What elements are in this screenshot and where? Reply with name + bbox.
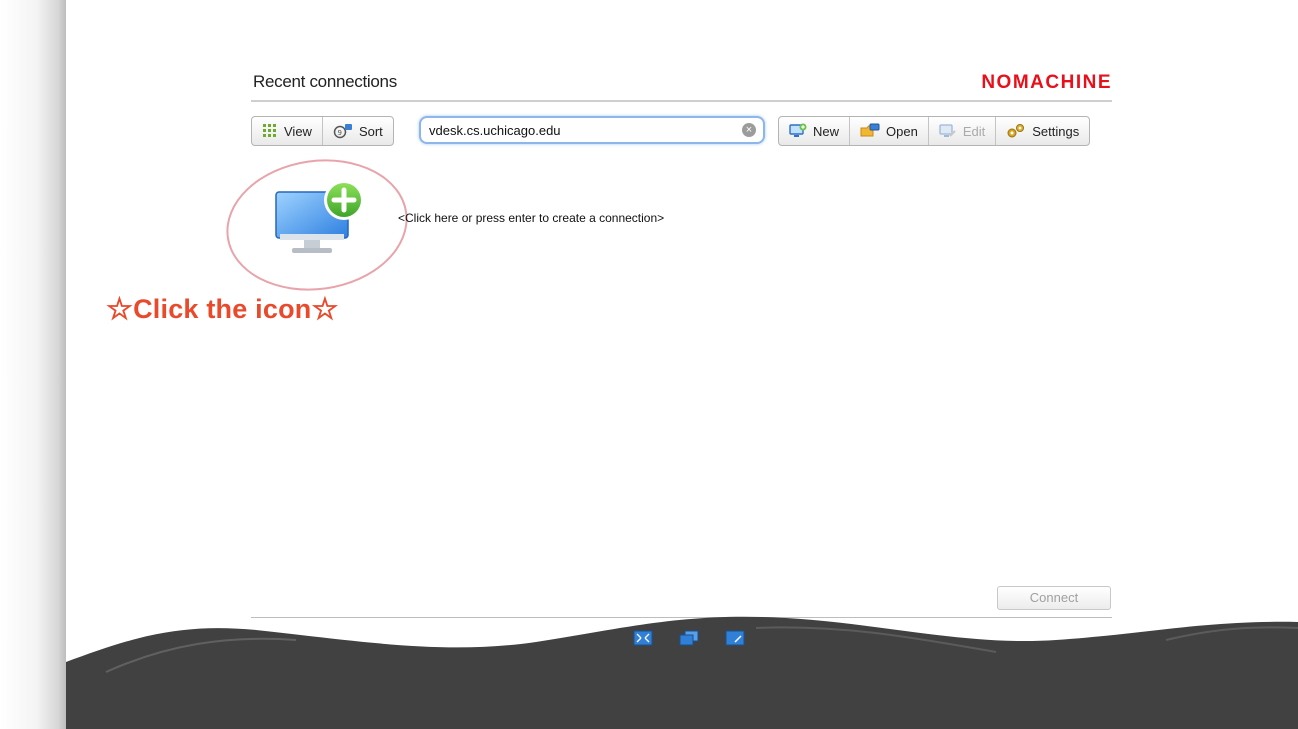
open-button[interactable]: Open (850, 117, 929, 145)
sort-icon: 9 (333, 123, 353, 139)
settings-label: Settings (1032, 123, 1080, 139)
open-label: Open (886, 123, 918, 139)
new-button[interactable]: New (779, 117, 851, 145)
click-annotation-text: Click the icon (133, 294, 312, 324)
screen-icon[interactable] (725, 630, 745, 646)
star-right-icon: ☆ (311, 292, 339, 326)
view-button[interactable]: View (252, 117, 323, 145)
edit-monitor-icon (939, 123, 957, 139)
create-connection-icon[interactable] (274, 178, 370, 260)
monitor-plus-icon (275, 180, 364, 253)
view-sort-group: View 9 Sort (251, 116, 394, 146)
svg-text:9: 9 (337, 129, 341, 137)
star-left-icon: ☆ (106, 292, 134, 326)
settings-gears-icon (1006, 123, 1026, 139)
view-label: View (284, 123, 312, 139)
fullscreen-icon[interactable] (633, 630, 653, 646)
settings-button[interactable]: Settings (996, 117, 1089, 145)
new-monitor-icon (789, 123, 807, 139)
window-icon[interactable] (679, 630, 699, 646)
search-field: × (419, 116, 765, 144)
sort-button[interactable]: 9 Sort (323, 117, 393, 145)
new-label: New (813, 123, 840, 139)
clear-icon[interactable]: × (742, 123, 756, 137)
action-group: New Open Edit Settings (778, 116, 1091, 146)
sort-label: Sort (358, 123, 383, 139)
edit-button[interactable]: Edit (929, 117, 997, 145)
edit-label: Edit (962, 123, 986, 139)
grid-icon (262, 123, 278, 139)
create-connection-hint[interactable]: <Click here or press enter to create a c… (398, 211, 664, 225)
open-folder-icon (860, 123, 880, 139)
footer-wave (66, 616, 1298, 729)
bottom-icon-bar (633, 630, 745, 646)
search-input[interactable] (429, 121, 729, 139)
header: Recent connections NOMACHINE (251, 64, 1112, 102)
page-left-shadow (0, 0, 66, 729)
page-title: Recent connections (253, 72, 397, 91)
click-annotation: ☆ Click the icon ☆ (106, 294, 339, 325)
nomachine-logo: NOMACHINE (981, 72, 1112, 93)
